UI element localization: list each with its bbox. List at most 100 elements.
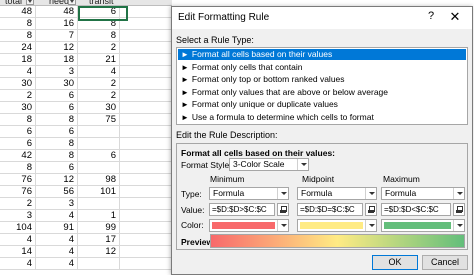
table-row: 434 xyxy=(0,66,172,78)
table-cell[interactable]: 12 xyxy=(36,42,78,54)
table-cell[interactable]: 76 xyxy=(0,186,36,198)
table-cell[interactable]: 4 xyxy=(36,210,78,222)
table-cell[interactable]: 42 xyxy=(0,150,36,162)
table-row: 76 56 101 xyxy=(0,186,172,198)
rule-type-item[interactable]: ► Format only values that are above or be… xyxy=(178,87,466,98)
table-cell[interactable]: 4 xyxy=(0,66,36,78)
table-cell[interactable]: 4 xyxy=(36,258,78,270)
table-cell[interactable]: 6 xyxy=(0,138,36,150)
table-cell[interactable]: 8 xyxy=(0,18,36,30)
format-style-label: Format Style: xyxy=(181,160,232,170)
table-cell[interactable]: 4 xyxy=(0,234,36,246)
table-cell[interactable] xyxy=(78,162,120,174)
ok-button[interactable]: OK xyxy=(372,255,418,270)
table-cell[interactable]: 6 xyxy=(36,126,78,138)
table-cell[interactable]: 1 xyxy=(78,210,120,222)
table-cell[interactable]: 8 xyxy=(0,162,36,174)
table-cell[interactable]: 6 xyxy=(78,150,120,162)
table-cell[interactable]: 30 xyxy=(0,78,36,90)
table-cell[interactable]: 12 xyxy=(36,174,78,186)
table-cell[interactable]: 8 xyxy=(0,30,36,42)
format-style-select[interactable]: 3-Color Scale xyxy=(229,158,309,171)
type-label: Type: xyxy=(181,189,202,199)
table-cell[interactable]: 6 xyxy=(36,90,78,102)
table-cell[interactable]: 30 xyxy=(36,78,78,90)
filter-dropdown-icon[interactable] xyxy=(26,0,34,5)
table-cell[interactable]: 4 xyxy=(36,246,78,258)
table-cell[interactable]: 17 xyxy=(78,234,120,246)
table-cell[interactable]: 6 xyxy=(36,162,78,174)
table-cell[interactable]: 2 xyxy=(78,78,120,90)
table-cell[interactable]: 4 xyxy=(0,258,36,270)
minimum-color-swatch xyxy=(212,222,275,229)
table-cell[interactable]: 101 xyxy=(78,186,120,198)
table-cell[interactable]: 12 xyxy=(78,246,120,258)
table-cell[interactable]: 18 xyxy=(36,54,78,66)
table-cell[interactable]: 56 xyxy=(36,186,78,198)
rule-type-item[interactable]: ► Format only unique or duplicate values xyxy=(178,99,466,110)
table-cell[interactable]: 48 xyxy=(36,6,78,18)
maximum-value-input[interactable]: =$D:$D<$C:$C xyxy=(381,203,451,216)
table-cell[interactable]: 3 xyxy=(0,210,36,222)
table-cell[interactable]: 2 xyxy=(0,90,36,102)
filter-dropdown-icon[interactable] xyxy=(68,0,76,5)
table-cell[interactable]: 16 xyxy=(36,18,78,30)
cancel-button[interactable]: Cancel xyxy=(422,255,468,270)
table-cell[interactable]: 8 xyxy=(36,114,78,126)
table-cell[interactable]: 14 xyxy=(0,246,36,258)
table-cell[interactable]: 99 xyxy=(78,222,120,234)
midpoint-color-picker[interactable] xyxy=(297,219,377,232)
table-cell[interactable]: 8 xyxy=(0,114,36,126)
table-cell[interactable]: 3 xyxy=(36,66,78,78)
table-cell[interactable]: 30 xyxy=(0,102,36,114)
midpoint-color-swatch xyxy=(300,222,363,229)
table-row: 44 xyxy=(0,258,172,270)
maximum-type-select[interactable]: Formula xyxy=(381,187,465,200)
table-cell[interactable]: 4 xyxy=(78,66,120,78)
midpoint-value-input[interactable]: =$D:$D=$C:$C xyxy=(297,203,363,216)
table-cell[interactable]: 30 xyxy=(78,102,120,114)
table-cell[interactable]: 7 xyxy=(36,30,78,42)
table-cell[interactable]: 2 xyxy=(78,42,120,54)
close-icon[interactable]: ✕ xyxy=(448,9,462,25)
table-cell[interactable]: 6 xyxy=(36,102,78,114)
table-cell[interactable]: 4 xyxy=(36,234,78,246)
table-cell[interactable] xyxy=(78,258,120,270)
edit-formatting-rule-dialog: Edit Formatting Rule ? ✕ Select a Rule T… xyxy=(171,6,473,275)
rule-type-list[interactable]: ► Format all cells based on their values ►… xyxy=(176,47,468,125)
minimum-value-input[interactable]: =$D:$D>$C:$C xyxy=(209,203,275,216)
help-icon[interactable]: ? xyxy=(424,10,438,22)
rule-type-item[interactable]: ► Format all cells based on their values xyxy=(178,49,466,60)
table-cell[interactable]: 8 xyxy=(36,138,78,150)
rule-type-label: Format only cells that contain xyxy=(191,61,303,72)
table-cell[interactable] xyxy=(78,138,120,150)
range-select-icon[interactable] xyxy=(453,203,465,216)
range-select-icon[interactable] xyxy=(277,203,289,216)
table-cell[interactable]: 6 xyxy=(0,126,36,138)
table-cell[interactable]: 76 xyxy=(0,174,36,186)
table-cell[interactable] xyxy=(78,198,120,210)
rule-type-item[interactable]: ► Format only top or bottom ranked values xyxy=(178,74,466,85)
table-cell[interactable]: 104 xyxy=(0,222,36,234)
table-cell[interactable]: 48 xyxy=(0,6,36,18)
table-cell[interactable]: 21 xyxy=(78,54,120,66)
midpoint-type-select[interactable]: Formula xyxy=(297,187,377,200)
rule-type-item[interactable]: ► Use a formula to determine which cells … xyxy=(178,112,466,123)
minimum-type-select[interactable]: Formula xyxy=(209,187,289,200)
range-select-icon[interactable] xyxy=(365,203,377,216)
table-cell[interactable]: 75 xyxy=(78,114,120,126)
table-cell[interactable]: 98 xyxy=(78,174,120,186)
rule-description-panel: Format all cells based on their values: … xyxy=(176,143,468,250)
table-cell[interactable]: 24 xyxy=(0,42,36,54)
table-cell[interactable]: 2 xyxy=(78,90,120,102)
table-cell[interactable] xyxy=(78,126,120,138)
minimum-color-picker[interactable] xyxy=(209,219,289,232)
table-cell[interactable]: 2 xyxy=(0,198,36,210)
table-cell[interactable]: 18 xyxy=(0,54,36,66)
maximum-color-picker[interactable] xyxy=(381,219,465,232)
rule-type-item[interactable]: ► Format only cells that contain xyxy=(178,62,466,73)
table-cell[interactable]: 8 xyxy=(78,30,120,42)
table-cell[interactable]: 8 xyxy=(36,150,78,162)
table-cell[interactable]: 91 xyxy=(36,222,78,234)
table-cell[interactable]: 3 xyxy=(36,198,78,210)
